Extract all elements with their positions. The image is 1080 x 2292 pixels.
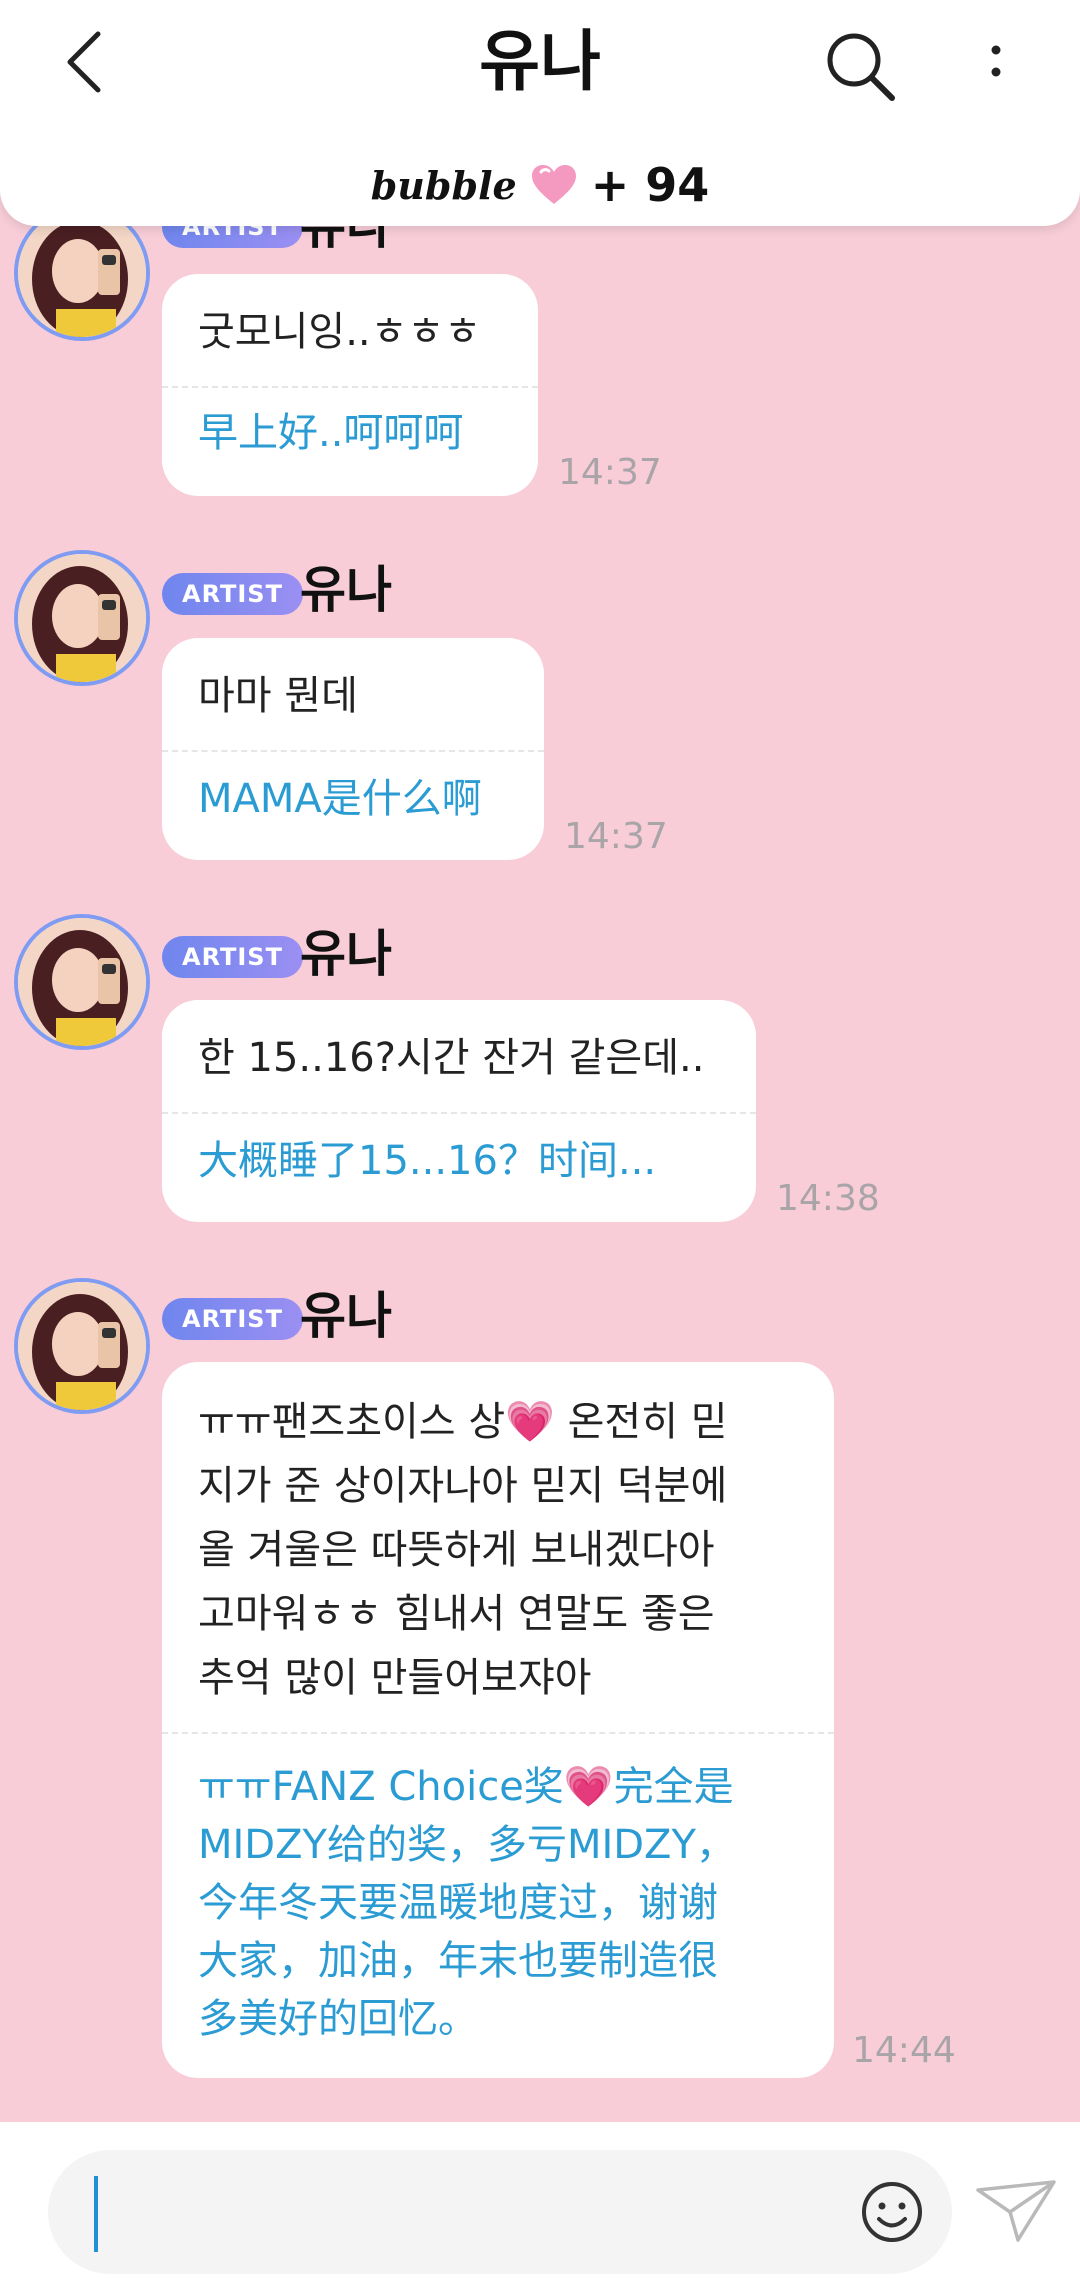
pink-heart-icon: [531, 165, 576, 204]
sender-name: 유나: [300, 925, 392, 983]
smiley-icon: [862, 2182, 922, 2242]
message-translation-text: 大概睡了15...16？时间...: [198, 1138, 657, 1184]
artist-avatar[interactable]: [14, 1278, 150, 1414]
artist-badge: ARTIST: [162, 936, 303, 978]
message-bubble[interactable]: 마마 뭔데 MAMA是什么啊: [162, 638, 544, 860]
artist-avatar[interactable]: [14, 550, 150, 686]
more-options-button[interactable]: [966, 22, 1026, 112]
search-button[interactable]: [816, 22, 906, 112]
translation-divider: [162, 750, 544, 752]
page-title: 유나: [479, 23, 601, 100]
text-cursor: [94, 2176, 98, 2252]
bubble-count: + 94: [590, 158, 710, 212]
chevron-left-icon: [67, 31, 101, 93]
message-timestamp: 14:37: [558, 452, 662, 493]
message-bubble[interactable]: 굿모니잉..ㅎㅎㅎ 早上好..呵呵呵: [162, 274, 538, 496]
sender-name: 유나: [300, 1287, 392, 1345]
message-bubble[interactable]: ㅠㅠ팬즈초이스 상💗 온전히 믿 지가 준 상이자나아 믿지 덕분에 올 겨울은…: [162, 1362, 834, 2078]
message-translation-text: 早上好..呵呵呵: [198, 410, 464, 456]
message-original-text: 굿모니잉..ㅎㅎㅎ: [198, 309, 482, 355]
message-timestamp: 14:37: [564, 816, 668, 857]
message-input[interactable]: [48, 2150, 952, 2274]
message-translation-text: ㅠㅠFANZ Choice奖💗完全是 MIDZY给的奖，多亏MIDZY， 今年冬…: [198, 1764, 736, 2042]
message-original-text: 한 15..16?시간 잔거 같은데..: [198, 1035, 705, 1081]
message-bubble[interactable]: 한 15..16?시간 잔거 같은데.. 大概睡了15...16？时间...: [162, 1000, 756, 1222]
translation-divider: [162, 1112, 756, 1114]
artist-badge: ARTIST: [162, 1298, 303, 1340]
message-timestamp: 14:44: [852, 2030, 956, 2071]
translation-divider: [162, 386, 538, 388]
bubble-logo: bubble: [370, 162, 517, 208]
artist-badge: ARTIST: [162, 573, 303, 615]
message-original-text: 마마 뭔데: [198, 673, 358, 719]
search-icon: [827, 33, 895, 101]
paper-plane-icon: [976, 2180, 1056, 2242]
back-button[interactable]: [52, 18, 132, 108]
send-button[interactable]: [970, 2170, 1060, 2250]
message-composer: [0, 2122, 1080, 2292]
translation-divider: [162, 1732, 834, 1734]
message-translation-text: MAMA是什么啊: [198, 776, 482, 822]
message-original-text: ㅠㅠ팬즈초이스 상💗 온전히 믿 지가 준 상이자나아 믿지 덕분에 올 겨울은…: [198, 1399, 728, 1701]
emoji-button[interactable]: [852, 2172, 932, 2252]
message-timestamp: 14:38: [776, 1178, 880, 1219]
artist-avatar[interactable]: [14, 914, 150, 1050]
bubble-counter: bubble + 94: [0, 150, 1080, 220]
sender-name: 유나: [300, 561, 392, 619]
more-vertical-icon: [991, 45, 1001, 77]
chat-header: 유나 bubble + 94: [0, 0, 1080, 226]
